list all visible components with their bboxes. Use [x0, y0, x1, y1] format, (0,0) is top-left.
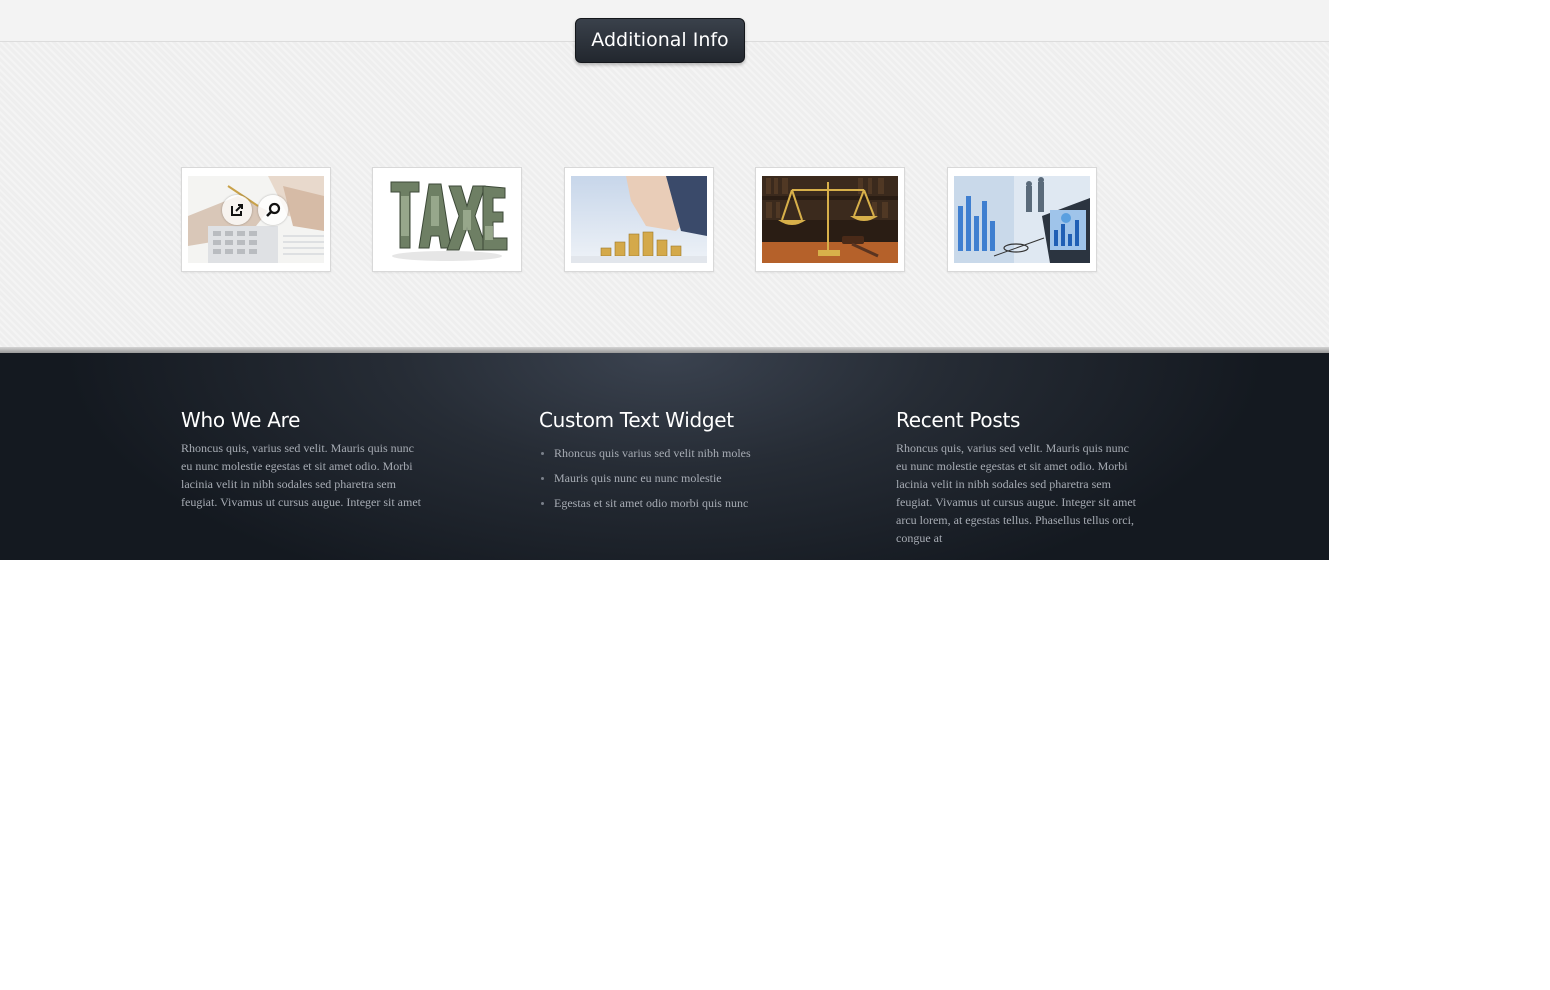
- widget-title: Who We Are: [181, 408, 301, 432]
- recent-posts-widget: Recent Posts Rhoncus quis, varius sed ve…: [896, 405, 1141, 547]
- page: Additional Info Who We Are Rhoncus quis,…: [0, 0, 1329, 560]
- gallery-item-coins[interactable]: [564, 167, 714, 272]
- widget-list: Rhoncus quis varius sed velit nibh moles…: [539, 441, 799, 516]
- gallery-item-calculator[interactable]: [181, 167, 331, 272]
- widget-text: Rhoncus quis, varius sed velit. Mauris q…: [896, 441, 1136, 545]
- list-item[interactable]: Mauris quis nunc eu nunc molestie: [539, 466, 799, 491]
- portfolio-gallery: [181, 167, 1101, 272]
- taxes-money-photo: [379, 176, 515, 263]
- external-link-icon[interactable]: [222, 195, 252, 225]
- widget-text: Rhoncus quis, varius sed velit. Mauris q…: [181, 441, 421, 509]
- zoom-icon[interactable]: [258, 195, 288, 225]
- thumb-hover-actions: [222, 195, 292, 227]
- site-footer: Who We Are Rhoncus quis, varius sed veli…: [0, 353, 1329, 560]
- list-item[interactable]: Egestas et sit amet odio morbi quis nunc: [539, 491, 799, 516]
- custom-text-widget: Custom Text Widget Rhoncus quis varius s…: [539, 405, 799, 516]
- justice-scale-photo: [762, 176, 898, 263]
- who-we-are-widget: Who We Are Rhoncus quis, varius sed veli…: [181, 405, 426, 511]
- gallery-item-taxes[interactable]: [372, 167, 522, 272]
- additional-info-tab[interactable]: Additional Info: [575, 18, 745, 63]
- gallery-item-justice[interactable]: [755, 167, 905, 272]
- list-item[interactable]: Rhoncus quis varius sed velit nibh moles: [539, 441, 799, 466]
- widget-title: Custom Text Widget: [539, 408, 734, 432]
- business-charts-photo: [954, 176, 1090, 263]
- coins-stack-photo: [571, 176, 707, 263]
- gallery-item-business[interactable]: [947, 167, 1097, 272]
- widget-title: Recent Posts: [896, 408, 1021, 432]
